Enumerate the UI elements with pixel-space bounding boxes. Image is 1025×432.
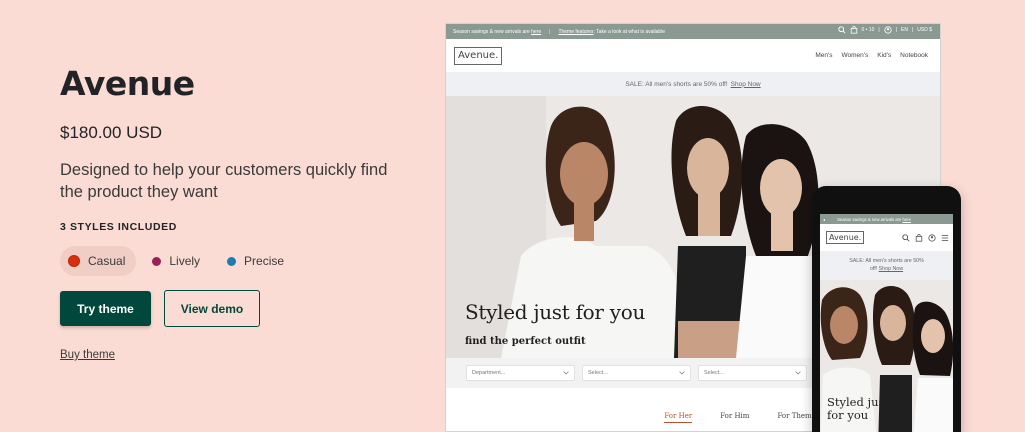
view-demo-button[interactable]: View demo: [164, 290, 260, 327]
style-label: Lively: [169, 254, 201, 268]
mobile-logo[interactable]: Avenue.: [826, 231, 865, 244]
sale-text: SALE: All men's shorts are 50% off!: [625, 80, 728, 88]
styles-heading: 3 STYLES INCLUDED: [60, 221, 177, 233]
select-value: Select...: [588, 370, 608, 376]
currency-selector[interactable]: USD $: [917, 27, 932, 33]
theme-title: Avenue: [60, 64, 195, 103]
account-icon[interactable]: [884, 26, 892, 34]
select-value: Select...: [704, 370, 724, 376]
account-icon[interactable]: [928, 233, 936, 242]
buy-theme-link[interactable]: Buy theme: [60, 349, 115, 361]
style-label: Casual: [88, 254, 126, 268]
divider: |: [911, 27, 914, 33]
sale-banner: SALE: All men's shorts are 50% off! Shop…: [446, 72, 940, 96]
nav-item-kids[interactable]: Kid's: [877, 52, 891, 59]
mobile-header-icons: [902, 233, 949, 242]
mobile-sale-text-1: SALE: All men's shorts are 50%: [849, 258, 924, 264]
lively-swatch-icon: [152, 256, 162, 266]
mobile-shop-now-link[interactable]: Shop Now: [879, 266, 903, 272]
nav-item-womens[interactable]: Women's: [842, 52, 869, 59]
mobile-hero-heading: Styled just for you: [827, 396, 889, 422]
casual-swatch-icon: [68, 255, 80, 267]
theme-price: $180.00 USD: [60, 123, 163, 142]
mobile-header: Avenue.: [820, 224, 953, 251]
tab-for-her[interactable]: For Her: [664, 412, 693, 423]
try-theme-button[interactable]: Try theme: [60, 291, 151, 326]
menu-icon[interactable]: [941, 234, 949, 242]
nav-item-mens[interactable]: Men's: [815, 52, 832, 59]
announcement-bar: Season savings & new arrivals are here |…: [446, 24, 940, 39]
divider: |: [878, 27, 880, 33]
store-header: Avenue. Men's Women's Kid's Notebook: [446, 39, 940, 72]
filter-select-3[interactable]: Select...: [698, 365, 807, 381]
tab-for-him[interactable]: For Him: [720, 412, 749, 423]
chevron-down-icon: [679, 371, 685, 375]
phone-screen: ◂ Season savings & new arrivals are here…: [820, 214, 953, 432]
mobile-sale-line-2: off! Shop Now: [820, 265, 953, 273]
announcement-text: Season savings & new arrivals are: [453, 28, 530, 35]
feature-link[interactable]: Theme features: [558, 29, 593, 35]
mobile-announcement-bar: ◂ Season savings & new arrivals are here: [820, 214, 953, 224]
mobile-preview: ◂ Season savings & new arrivals are here…: [812, 186, 961, 432]
language-selector[interactable]: EN: [901, 27, 908, 33]
mobile-sale-text-2: off!: [869, 266, 878, 272]
cart-icon[interactable]: [915, 233, 923, 242]
style-option-casual[interactable]: Casual: [60, 246, 137, 276]
store-nav: Men's Women's Kid's Notebook: [815, 52, 928, 59]
divider: |: [895, 27, 897, 33]
shop-now-link[interactable]: Shop Now: [731, 81, 761, 88]
select-value: Department...: [472, 370, 506, 376]
theme-description: Designed to help your customers quickly …: [60, 161, 388, 201]
chevron-left-icon[interactable]: ◂: [823, 217, 825, 222]
style-option-precise[interactable]: Precise: [219, 246, 295, 276]
precise-swatch-icon: [227, 256, 237, 266]
mobile-announcement-link[interactable]: here: [903, 217, 911, 222]
mobile-announcement: Season savings & new arrivals are here: [837, 217, 911, 222]
mobile-announcement-text: Season savings & new arrivals are: [837, 216, 902, 222]
divider: |: [549, 28, 551, 35]
header-utilities: 0 • 10 | | EN | USD $: [837, 26, 932, 34]
cart-icon[interactable]: [850, 26, 858, 34]
mobile-sale-banner: SALE: All men's shorts are 50% off! Shop…: [820, 251, 953, 280]
mobile-hero: Styled just for you: [820, 280, 953, 432]
action-buttons: Try theme View demo: [60, 290, 260, 327]
style-option-lively[interactable]: Lively: [144, 246, 211, 276]
announcement-link[interactable]: here: [531, 29, 541, 35]
feature-text: : Take a look at what is available: [593, 28, 666, 35]
style-label: Precise: [244, 254, 285, 268]
filter-select-2[interactable]: Select...: [582, 365, 691, 381]
store-logo[interactable]: Avenue.: [454, 46, 503, 65]
search-icon[interactable]: [837, 26, 846, 34]
theme-info: Avenue $180.00 USD Designed to help your…: [60, 64, 420, 361]
chevron-down-icon: [795, 371, 801, 375]
style-selector: Casual Lively Precise: [60, 246, 303, 276]
nav-item-notebook[interactable]: Notebook: [900, 52, 928, 59]
tab-for-them[interactable]: For Them: [777, 412, 811, 423]
mobile-hero-line-2: for you: [827, 408, 869, 422]
chevron-down-icon: [563, 371, 569, 375]
hero-subheading: find the perfect outfit: [465, 336, 586, 347]
search-icon[interactable]: [902, 233, 910, 242]
hero-heading: Styled just for you: [465, 300, 646, 324]
department-select[interactable]: Department...: [466, 365, 575, 381]
cart-count: 0 • 10: [861, 27, 875, 33]
hero-text: Styled just for you find the perfect out…: [465, 300, 645, 347]
